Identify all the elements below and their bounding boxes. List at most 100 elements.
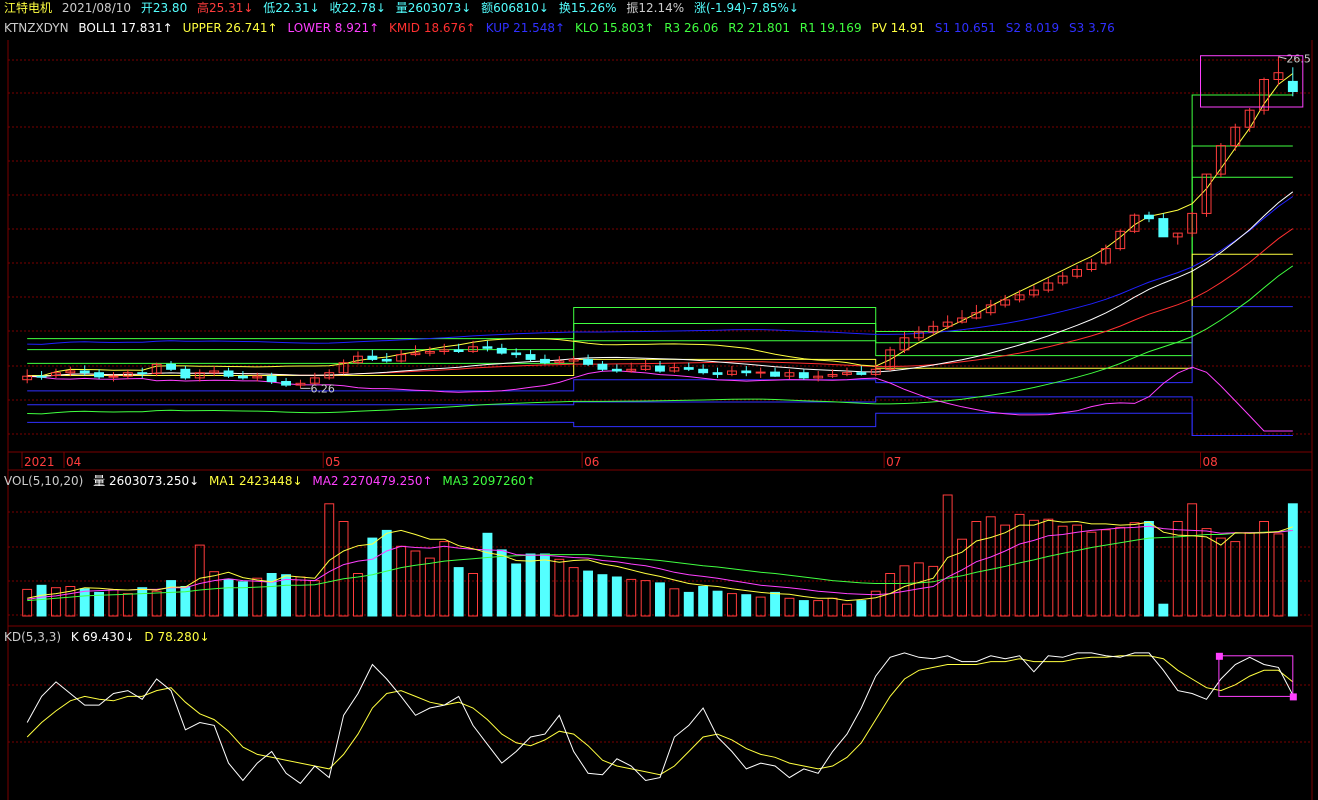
volume-bar — [597, 574, 608, 617]
s2-value: S2 8.019 — [1005, 21, 1060, 35]
volume-bar — [1244, 532, 1255, 617]
volume-bar — [353, 573, 363, 617]
ma1-value: MA1 2423448↓ — [209, 474, 303, 488]
month-label: 04 — [66, 455, 81, 469]
boll1-value: BOLL1 17.831↑ — [78, 21, 173, 35]
volume-bar — [1029, 519, 1039, 617]
candle-body — [482, 346, 493, 349]
volume-bar — [640, 580, 651, 617]
volume-bar — [669, 588, 680, 617]
volume-bar — [108, 589, 119, 617]
volume-bar — [137, 587, 148, 617]
pivot-s3-line — [27, 412, 1293, 436]
volume-bar — [1014, 513, 1025, 617]
candle-body — [525, 354, 536, 360]
candle-body — [683, 367, 694, 370]
kd-indicator-name[interactable]: KD(5,3,3) — [4, 630, 61, 644]
candle-body — [611, 368, 622, 372]
volume-bar — [1187, 503, 1198, 617]
volume-bar — [468, 573, 479, 617]
volume-bar — [525, 553, 536, 617]
month-label: 08 — [1203, 455, 1218, 469]
candle-body — [1144, 214, 1154, 220]
candle-body — [381, 358, 392, 362]
volume-bar — [611, 576, 622, 617]
volume-bar — [51, 587, 61, 617]
candle-body — [856, 372, 867, 375]
volume-bar — [827, 597, 838, 617]
candle-body — [238, 375, 248, 379]
candle-body — [770, 371, 780, 377]
candle-body — [281, 381, 292, 386]
volume-bar — [1086, 531, 1097, 617]
candle-body — [266, 375, 277, 383]
volume-bar — [367, 537, 378, 617]
volume-bar — [36, 584, 47, 617]
candle-body — [223, 370, 234, 377]
volume-bar — [496, 549, 507, 617]
volume-bar — [1100, 529, 1111, 617]
volume-bar — [79, 588, 90, 617]
volume-bar — [568, 567, 579, 617]
volume-bar — [309, 580, 320, 617]
boll-mid-line — [27, 191, 1294, 378]
candle-body — [698, 368, 709, 374]
candle-body — [496, 347, 507, 354]
candle-body — [137, 372, 148, 375]
candle-body — [1287, 80, 1298, 93]
close-value: 收22.78↓ — [329, 1, 386, 15]
stock-chart: 2021 04 05 06 07 08 26.5 6.26 — [7, 40, 1313, 800]
volume-bar — [1057, 525, 1068, 617]
volume-bar — [252, 577, 263, 617]
indicator-name[interactable]: KTNZXDYN — [4, 21, 69, 35]
lower-band-line — [27, 366, 1293, 432]
volume-bar — [985, 516, 996, 617]
stock-name: 江特电机 — [4, 1, 53, 15]
volume-bar — [1201, 528, 1212, 617]
volume-bar — [554, 558, 565, 617]
volume-bar — [295, 576, 306, 617]
r2-value: R2 21.801 — [728, 21, 790, 35]
volume-bar — [813, 600, 824, 617]
open-value: 开23.80 — [140, 1, 188, 15]
volume-bar — [424, 557, 435, 617]
d-value: D 78.280↓ — [144, 630, 210, 644]
pivot-r2-line — [27, 145, 1293, 351]
volume-bar — [94, 591, 104, 617]
volume-bar — [1043, 518, 1054, 617]
candle-body — [453, 349, 464, 352]
volume-bar — [439, 541, 450, 617]
change-value: 涨(-1.94)-7.85%↓ — [694, 1, 799, 15]
volume-bar — [482, 532, 493, 617]
amplitude-value: 振12.14% — [626, 1, 685, 15]
pivot-r1-line — [27, 176, 1293, 364]
candle-body — [36, 375, 47, 378]
volume-indicator-name[interactable]: VOL(5,10,20) — [4, 474, 83, 488]
kmid-line — [27, 228, 1294, 378]
volume-bar — [1144, 521, 1154, 617]
candle-body — [367, 355, 378, 360]
volume-bar — [755, 596, 766, 617]
volume-bar — [655, 582, 665, 617]
pivot-s2-line — [27, 396, 1293, 436]
upper-value: UPPER 26.741↑ — [182, 21, 278, 35]
candle-body — [511, 352, 522, 356]
s3-value: S3 3.76 — [1069, 21, 1115, 35]
volume-bar — [741, 594, 752, 617]
candle-body — [1158, 218, 1169, 238]
volume-bar — [1259, 521, 1269, 617]
candle-body — [798, 372, 809, 379]
ma2-value: MA2 2270479.250↑ — [312, 474, 433, 488]
volume-bar — [1000, 524, 1011, 617]
k-line — [26, 652, 1294, 785]
volume-bar — [942, 494, 953, 617]
min-price-label: 6.26 — [310, 382, 335, 395]
volume-bar — [583, 570, 593, 617]
volume-value: 量2603073↓ — [395, 1, 472, 15]
volume-bar — [712, 590, 723, 617]
kd-selection-box — [1218, 655, 1294, 697]
candle-body — [180, 368, 191, 379]
volume-bar — [770, 591, 780, 617]
volume-legend: VOL(5,10,20) 量 2603073.250↓ MA1 2423448↓… — [4, 473, 542, 489]
month-label: 05 — [325, 455, 340, 469]
